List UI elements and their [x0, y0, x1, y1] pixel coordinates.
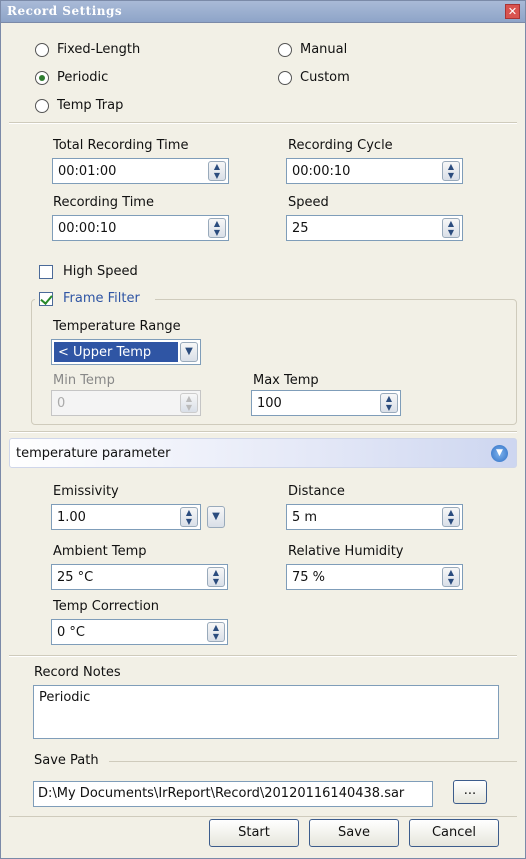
emissivity-field[interactable]: 1.00 ▲ ▼ — [51, 504, 201, 530]
spin-arrows-icon[interactable]: ▲ ▼ — [442, 507, 460, 527]
divider — [9, 816, 517, 817]
spin-arrows-icon[interactable]: ▲ ▼ — [207, 622, 225, 642]
recording-time-value: 00:00:10 — [58, 221, 117, 236]
chevron-down-icon[interactable]: ▼ — [207, 506, 225, 528]
min-temp-label: Min Temp — [53, 373, 115, 388]
max-temp-value: 100 — [257, 396, 282, 411]
max-temp-label: Max Temp — [253, 373, 319, 388]
radio-manual[interactable] — [278, 43, 292, 57]
recording-cycle-label: Recording Cycle — [288, 138, 393, 153]
speed-field[interactable]: 25 ▲ ▼ — [286, 215, 463, 241]
radio-periodic-label: Periodic — [57, 70, 109, 85]
radio-custom[interactable] — [278, 71, 292, 85]
title-bar: Record Settings ✕ — [1, 1, 525, 23]
frame-filter-label: Frame Filter — [63, 291, 140, 306]
speed-value: 25 — [292, 221, 309, 236]
spin-arrows-icon[interactable]: ▲ ▼ — [442, 218, 460, 238]
spin-arrows-icon: ▲ ▼ — [180, 393, 198, 413]
spin-arrows-icon[interactable]: ▲ ▼ — [380, 393, 398, 413]
recording-time-label: Recording Time — [53, 195, 154, 210]
record-notes-input[interactable]: Periodic — [33, 685, 499, 739]
temperature-parameter-header[interactable]: temperature parameter ▼ — [9, 438, 517, 468]
temperature-range-label: Temperature Range — [53, 319, 181, 334]
browse-button[interactable]: ... — [453, 780, 487, 804]
window-title: Record Settings — [7, 4, 123, 18]
record-settings-dialog: Record Settings ✕ Fixed-Length Manual Pe… — [0, 0, 526, 859]
distance-field[interactable]: 5 m ▲ ▼ — [286, 504, 463, 530]
radio-custom-label: Custom — [300, 70, 350, 85]
ambient-temp-label: Ambient Temp — [53, 544, 147, 559]
start-button[interactable]: Start — [209, 819, 299, 847]
save-button[interactable]: Save — [309, 819, 399, 847]
relative-humidity-label: Relative Humidity — [288, 544, 404, 559]
cancel-button[interactable]: Cancel — [409, 819, 499, 847]
max-temp-field[interactable]: 100 ▲ ▼ — [251, 390, 401, 416]
high-speed-label: High Speed — [63, 264, 138, 279]
chevron-down-icon[interactable]: ▼ — [180, 342, 198, 362]
temperature-parameter-title: temperature parameter — [16, 446, 171, 461]
total-recording-time-field[interactable]: 00:01:00 ▲ ▼ — [52, 158, 229, 184]
min-temp-field[interactable]: 0 ▲ ▼ — [51, 390, 201, 416]
ambient-temp-value: 25 °C — [57, 570, 94, 585]
radio-fixed-length-label: Fixed-Length — [57, 42, 141, 57]
save-path-input[interactable]: D:\My Documents\IrReport\Record\20120116… — [33, 781, 433, 807]
recording-time-field[interactable]: 00:00:10 ▲ ▼ — [52, 215, 229, 241]
close-icon[interactable]: ✕ — [505, 4, 520, 19]
spin-arrows-icon[interactable]: ▲ ▼ — [207, 567, 225, 587]
radio-temp-trap[interactable] — [35, 99, 49, 113]
recording-cycle-field[interactable]: 00:00:10 ▲ ▼ — [286, 158, 463, 184]
min-temp-value: 0 — [57, 396, 66, 411]
divider — [9, 431, 517, 433]
emissivity-value: 1.00 — [57, 510, 86, 525]
high-speed-checkbox[interactable] — [39, 265, 53, 279]
radio-periodic[interactable] — [35, 71, 49, 85]
divider — [9, 122, 517, 124]
spin-arrows-icon[interactable]: ▲ ▼ — [208, 161, 226, 181]
collapse-icon[interactable]: ▼ — [491, 445, 508, 462]
total-recording-time-value: 00:01:00 — [58, 164, 117, 179]
relative-humidity-value: 75 % — [292, 570, 326, 585]
spin-arrows-icon[interactable]: ▲ ▼ — [442, 161, 460, 181]
temp-correction-label: Temp Correction — [53, 599, 160, 614]
spin-arrows-icon[interactable]: ▲ ▼ — [208, 218, 226, 238]
spin-arrows-icon[interactable]: ▲ ▼ — [180, 507, 198, 527]
spin-arrows-icon[interactable]: ▲ ▼ — [442, 567, 460, 587]
recording-cycle-value: 00:00:10 — [292, 164, 351, 179]
temp-correction-value: 0 °C — [57, 625, 85, 640]
temp-correction-field[interactable]: 0 °C ▲ ▼ — [51, 619, 228, 645]
relative-humidity-field[interactable]: 75 % ▲ ▼ — [286, 564, 463, 590]
divider — [109, 761, 517, 762]
temperature-range-value: < Upper Temp — [54, 342, 178, 362]
radio-fixed-length[interactable] — [35, 43, 49, 57]
frame-filter-checkbox[interactable] — [39, 292, 53, 306]
ambient-temp-field[interactable]: 25 °C ▲ ▼ — [51, 564, 228, 590]
temperature-range-select[interactable]: < Upper Temp ▼ — [51, 339, 201, 365]
radio-manual-label: Manual — [300, 42, 348, 57]
radio-temp-trap-label: Temp Trap — [57, 98, 124, 113]
record-notes-label: Record Notes — [34, 665, 121, 680]
divider — [9, 655, 517, 657]
distance-label: Distance — [288, 484, 345, 499]
emissivity-label: Emissivity — [53, 484, 119, 499]
save-path-label: Save Path — [34, 753, 99, 768]
total-recording-time-label: Total Recording Time — [53, 138, 189, 153]
speed-label: Speed — [288, 195, 329, 210]
distance-value: 5 m — [292, 510, 318, 525]
